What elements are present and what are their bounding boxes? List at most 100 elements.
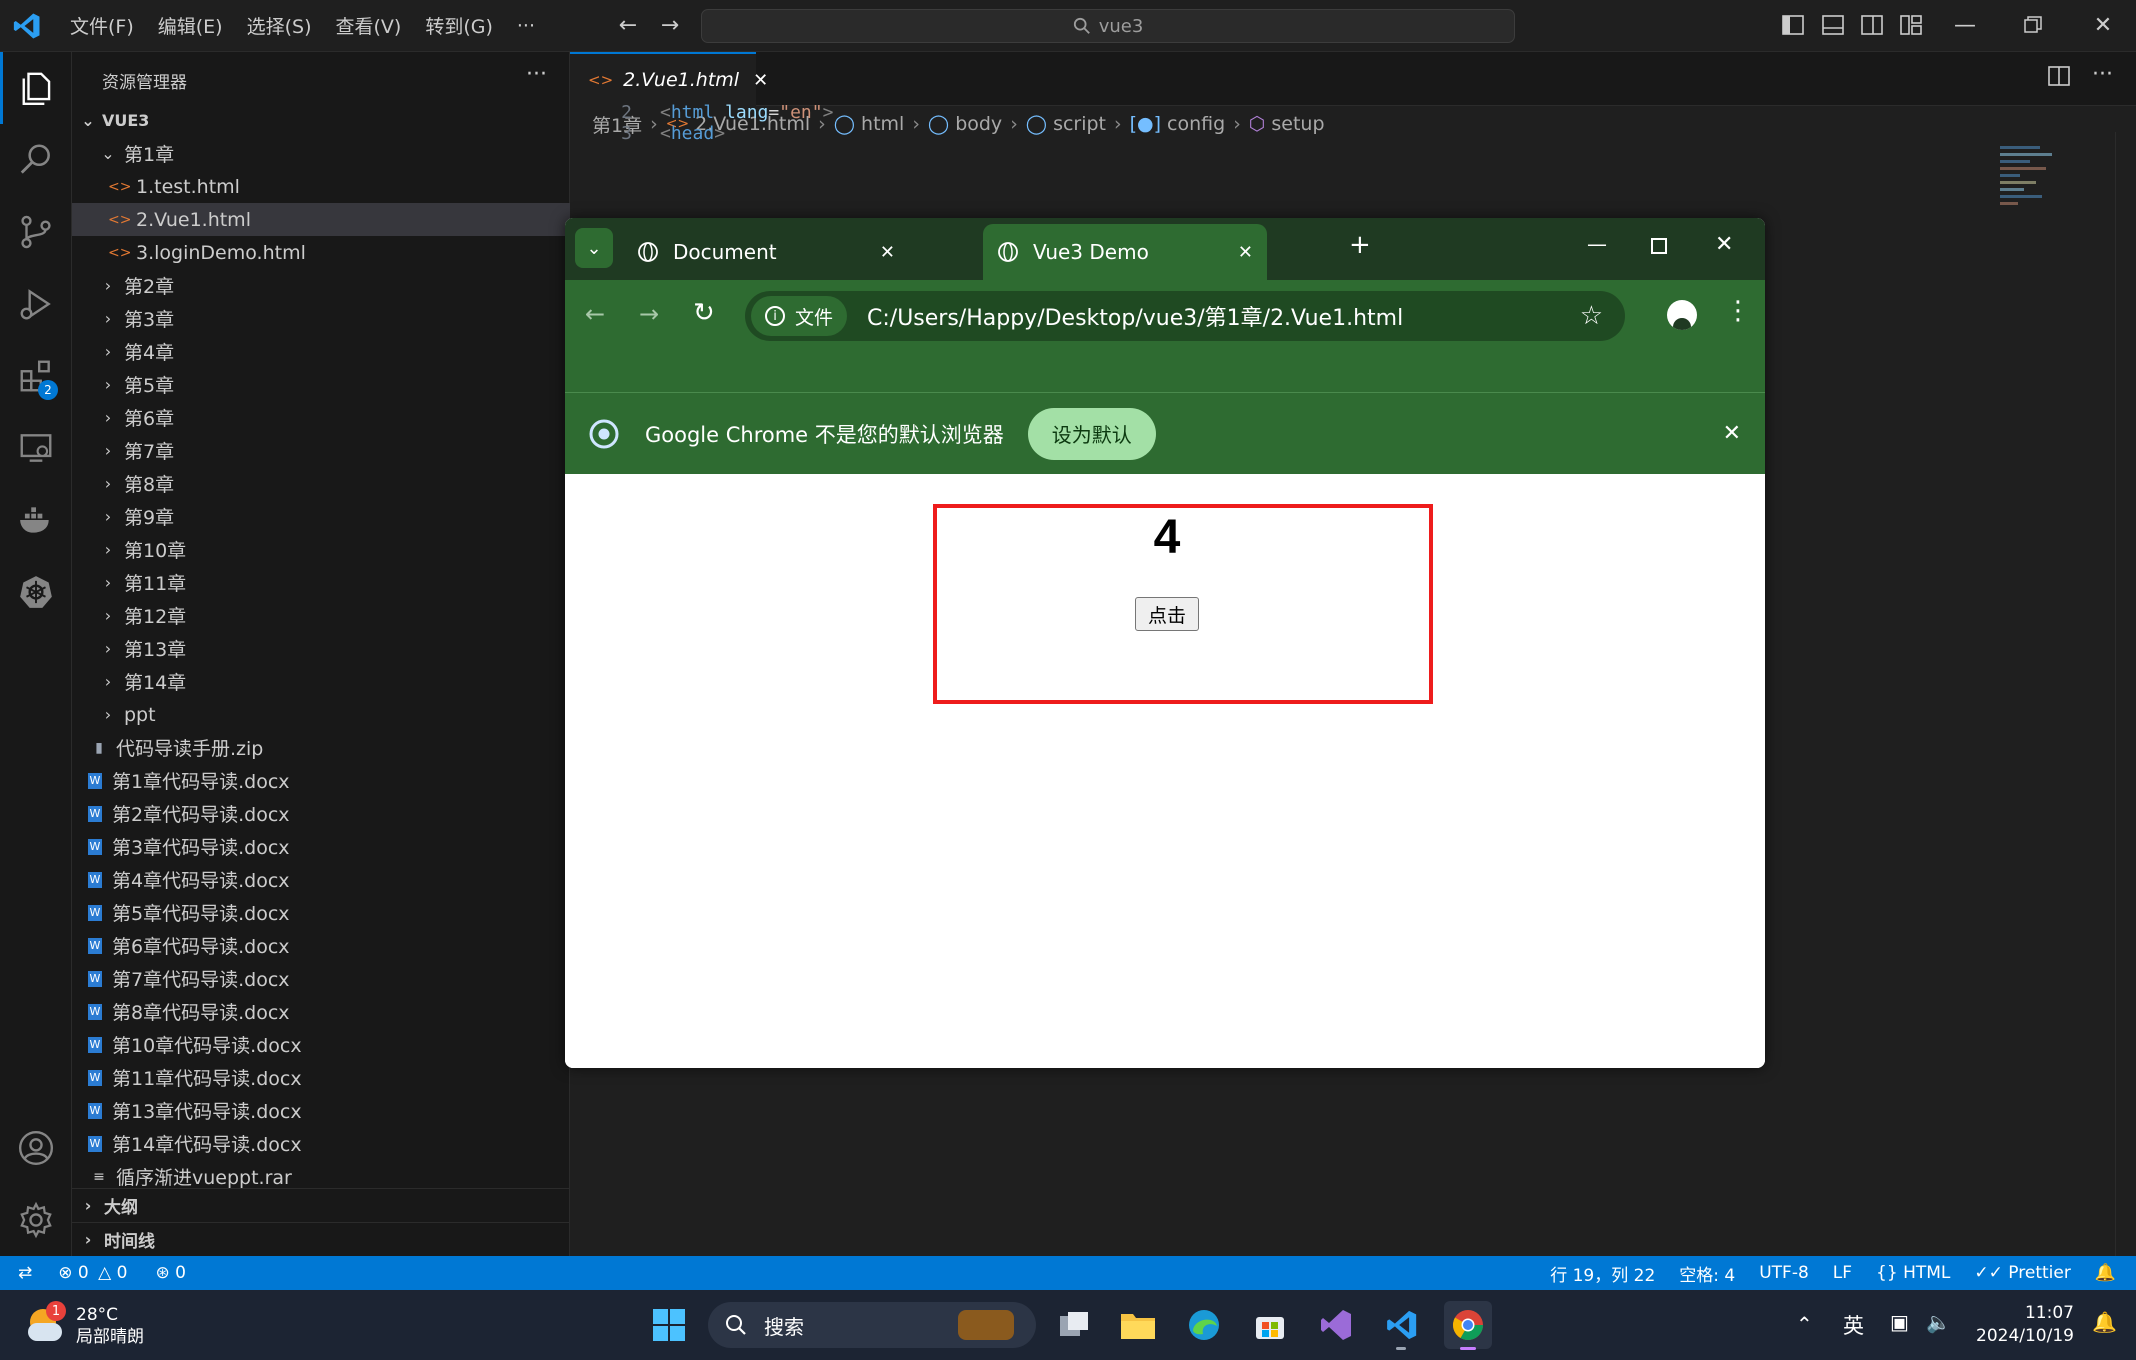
minimize-icon[interactable]: — [1587,232,1607,256]
remote-indicator-icon[interactable]: ⇄ [18,1263,32,1283]
minimap[interactable] [2000,142,2060,252]
menu-edit[interactable]: 编辑(E) [158,12,223,39]
tree-file[interactable]: W 第14章代码导读.docx [72,1127,570,1160]
visual-studio-icon[interactable] [1312,1301,1360,1349]
windows-start-icon[interactable] [645,1301,693,1349]
menu-selection[interactable]: 选择(S) [247,12,312,39]
set-default-button[interactable]: 设为默认 [1027,407,1156,460]
docker-icon[interactable] [0,484,72,556]
chrome-taskbar-icon[interactable] [1444,1301,1492,1350]
tree-folder[interactable]: › 第12章 [72,599,570,632]
notification-bell-icon[interactable]: 🔔 [2092,1310,2117,1334]
account-icon[interactable] [0,1112,72,1184]
menu-file[interactable]: 文件(F) [70,12,134,39]
ports-indicator[interactable]: ⊛ 0 [155,1263,185,1283]
tree-folder[interactable]: › 第10章 [72,533,570,566]
tree-folder[interactable]: › 第3章 [72,302,570,335]
menu-view[interactable]: 查看(V) [336,12,402,39]
tree-file[interactable]: W 第11章代码导读.docx [72,1061,570,1094]
notifications-bell-icon[interactable]: 🔔 [2095,1263,2116,1283]
minimize-icon[interactable]: — [1950,10,1980,40]
tree-file[interactable]: W 第13章代码导读.docx [72,1094,570,1127]
toggle-secondary-sidebar-icon[interactable] [1857,10,1887,40]
tree-folder[interactable]: › 第9章 [72,500,570,533]
address-bar[interactable]: i 文件 C:/Users/Happy/Desktop/vue3/第1章/2.V… [745,291,1625,341]
outline-section[interactable]: › 大纲 [72,1188,570,1221]
forward-arrow-icon[interactable]: → [639,300,659,328]
remote-explorer-icon[interactable] [0,412,72,484]
kubernetes-icon[interactable] [0,556,72,628]
cursor-position[interactable]: 行 19，列 22 [1550,1261,1655,1286]
toggle-sidebar-icon[interactable] [1778,10,1808,40]
settings-gear-icon[interactable] [0,1184,72,1256]
customize-layout-icon[interactable] [1896,10,1926,40]
editor-more-button[interactable]: ··· [2092,62,2113,87]
back-arrow-icon[interactable]: ← [613,10,643,40]
tree-file[interactable]: W 第7章代码导读.docx [72,962,570,995]
tree-file[interactable]: W 第1章代码导读.docx [72,764,570,797]
tree-file[interactable]: W 第2章代码导读.docx [72,797,570,830]
tree-folder[interactable]: › 第11章 [72,566,570,599]
tree-folder[interactable]: › 第4章 [72,335,570,368]
tree-file[interactable]: W 第3章代码导读.docx [72,830,570,863]
menu-go[interactable]: 转到(G) [425,12,493,39]
tree-folder[interactable]: › 第6章 [72,401,570,434]
explorer-icon[interactable] [0,52,72,124]
tree-folder[interactable]: › 第8章 [72,467,570,500]
search-view-icon[interactable] [0,124,72,196]
back-arrow-icon[interactable]: ← [585,300,605,328]
close-window-icon[interactable]: ✕ [1715,232,1733,257]
microsoft-store-icon[interactable] [1246,1301,1294,1349]
tab-search-chevron-icon[interactable]: ⌄ [575,228,613,268]
close-infobar-icon[interactable]: ✕ [1723,421,1741,446]
run-debug-icon[interactable] [0,268,72,340]
toggle-panel-icon[interactable] [1818,10,1848,40]
close-tab-icon[interactable]: ✕ [1238,242,1253,263]
extensions-icon[interactable]: 2 [0,340,72,412]
ime-indicator[interactable]: 英 [1843,1310,1864,1340]
explorer-more-button[interactable]: ··· [526,62,547,87]
tree-folder[interactable]: › 第2章 [72,269,570,302]
prettier-status[interactable]: ✓✓ Prettier [1974,1263,2070,1283]
tree-file[interactable]: ▮ 代码导读手册.zip [72,731,570,764]
close-tab-icon[interactable]: ✕ [753,70,768,91]
problems-indicator[interactable]: ⊗ 0 △ 0 [58,1263,127,1283]
site-info-chip[interactable]: i 文件 [751,296,848,336]
tree-file[interactable]: W 第10章代码导读.docx [72,1028,570,1061]
tree-folder[interactable]: › 第14章 [72,665,570,698]
tree-folder[interactable]: › 第7章 [72,434,570,467]
chrome-menu-icon[interactable]: ⋮ [1725,296,1751,326]
indentation[interactable]: 空格: 4 [1679,1261,1735,1286]
tree-folder[interactable]: › ppt [72,698,570,731]
tree-file[interactable]: <> 3.loginDemo.html [72,236,570,269]
edge-browser-icon[interactable] [1180,1301,1228,1349]
task-view-icon[interactable] [1050,1301,1098,1349]
taskbar-search[interactable]: 搜索 [708,1302,1036,1348]
tree-folder[interactable]: › 第13章 [72,632,570,665]
new-tab-plus-icon[interactable]: + [1349,230,1371,260]
workspace-header[interactable]: ⌄ VUE3 [72,104,570,137]
end-of-line[interactable]: LF [1833,1263,1852,1283]
tree-file[interactable]: <> 2.Vue1.html [72,203,570,236]
close-window-icon[interactable]: ✕ [2088,10,2118,40]
tree-file[interactable]: W 第6章代码导读.docx [72,929,570,962]
vscode-taskbar-icon[interactable] [1378,1301,1426,1350]
weather-widget[interactable]: 1 28°C 局部晴朗 [24,1301,144,1348]
file-explorer-icon[interactable] [1114,1301,1162,1349]
volume-icon[interactable]: 🔈 [1926,1310,1951,1334]
split-editor-icon[interactable] [2048,66,2070,91]
tray-overflow-chevron-icon[interactable]: ⌃ [1796,1312,1813,1336]
clock[interactable]: 11:07 2024/10/19 [1976,1302,2074,1348]
reload-icon[interactable]: ↻ [693,298,715,328]
network-icon[interactable]: ▣ [1890,1310,1909,1334]
tree-file[interactable]: <> 1.test.html [72,170,570,203]
chrome-tab-vue3-demo[interactable]: Vue3 Demo ✕ [983,224,1267,280]
chrome-tab-document[interactable]: Document ✕ [625,224,909,280]
tree-file[interactable]: W 第8章代码导读.docx [72,995,570,1028]
tree-folder[interactable]: ⌄ 第1章 [72,137,570,170]
menu-more[interactable]: ··· [517,15,535,37]
tree-file[interactable]: W 第5章代码导读.docx [72,896,570,929]
bookmark-star-icon[interactable]: ☆ [1580,301,1603,331]
encoding[interactable]: UTF-8 [1759,1263,1809,1283]
tree-file[interactable]: W 第4章代码导读.docx [72,863,570,896]
